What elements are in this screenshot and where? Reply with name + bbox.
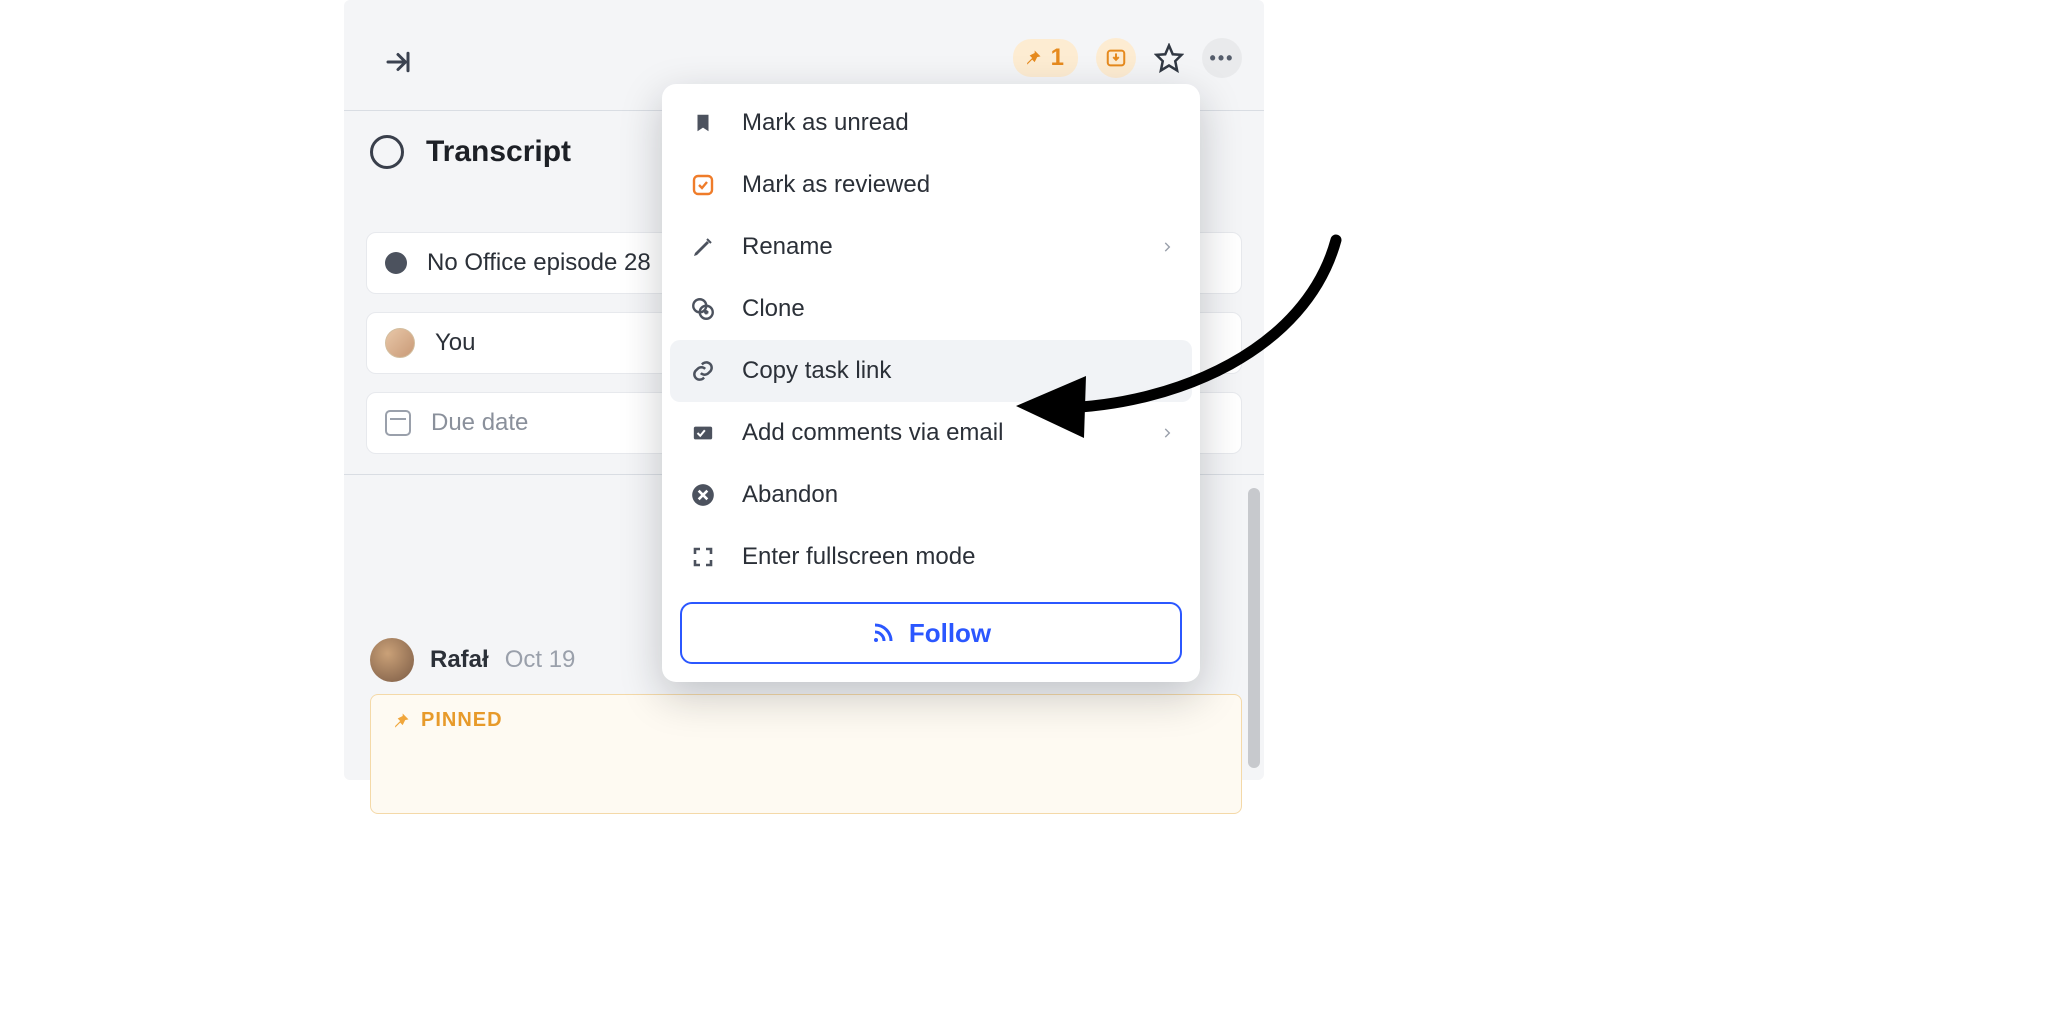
chevron-right-icon	[1160, 236, 1174, 258]
calendar-icon	[385, 410, 411, 436]
menu-label: Rename	[742, 233, 833, 261]
pin-icon	[391, 711, 411, 731]
follow-button[interactable]: Follow	[680, 602, 1182, 664]
menu-label: Enter fullscreen mode	[742, 543, 975, 571]
scrollbar[interactable]	[1248, 488, 1260, 768]
inbox-tray-button[interactable]	[1096, 38, 1136, 78]
pencil-icon	[688, 232, 718, 262]
menu-label: Mark as unread	[742, 109, 909, 137]
task-title[interactable]: Transcript	[426, 135, 571, 169]
menu-item-clone[interactable]: Clone	[670, 278, 1192, 340]
pinned-comment-card[interactable]: PINNED	[370, 694, 1242, 814]
task-options-menu: Mark as unread Mark as reviewed Rename C…	[662, 84, 1200, 682]
menu-label: Abandon	[742, 481, 838, 509]
menu-label: Clone	[742, 295, 805, 323]
comment-header: Rafał Oct 19	[370, 638, 575, 682]
bookmark-icon	[688, 108, 718, 138]
menu-item-mark-reviewed[interactable]: Mark as reviewed	[670, 154, 1192, 216]
assignee-name: You	[435, 329, 476, 357]
pinned-count-pill[interactable]: 1	[1013, 39, 1078, 77]
menu-item-email-comments[interactable]: Add comments via email	[670, 402, 1192, 464]
task-title-row: Transcript	[370, 135, 571, 169]
project-name: No Office episode 28	[427, 249, 651, 277]
menu-label: Add comments via email	[742, 419, 1003, 447]
menu-label: Copy task link	[742, 357, 891, 385]
collapse-button[interactable]	[378, 42, 418, 82]
pin-icon	[1023, 48, 1043, 68]
link-icon	[688, 356, 718, 386]
menu-item-fullscreen[interactable]: Enter fullscreen mode	[670, 526, 1192, 588]
check-box-icon	[688, 170, 718, 200]
close-circle-icon	[688, 480, 718, 510]
comment-date: Oct 19	[505, 646, 576, 674]
pinned-label: PINNED	[421, 709, 503, 732]
due-date-label: Due date	[431, 409, 528, 437]
pin-count: 1	[1051, 44, 1064, 72]
project-dot-icon	[385, 252, 407, 274]
clone-icon	[688, 294, 718, 324]
menu-item-abandon[interactable]: Abandon	[670, 464, 1192, 526]
chevron-right-icon	[1160, 422, 1174, 444]
comment-author-avatar[interactable]	[370, 638, 414, 682]
menu-item-mark-unread[interactable]: Mark as unread	[670, 92, 1192, 154]
follow-label: Follow	[909, 618, 991, 649]
menu-item-copy-link[interactable]: Copy task link	[670, 340, 1192, 402]
assignee-avatar	[385, 328, 415, 358]
star-button[interactable]	[1154, 43, 1184, 73]
comment-author: Rafał	[430, 646, 489, 674]
menu-label: Mark as reviewed	[742, 171, 930, 199]
rss-icon	[871, 621, 895, 645]
status-circle-icon[interactable]	[370, 135, 404, 169]
menu-item-rename[interactable]: Rename	[670, 216, 1192, 278]
more-options-button[interactable]: •••	[1202, 38, 1242, 78]
email-check-icon	[688, 418, 718, 448]
fullscreen-icon	[688, 542, 718, 572]
